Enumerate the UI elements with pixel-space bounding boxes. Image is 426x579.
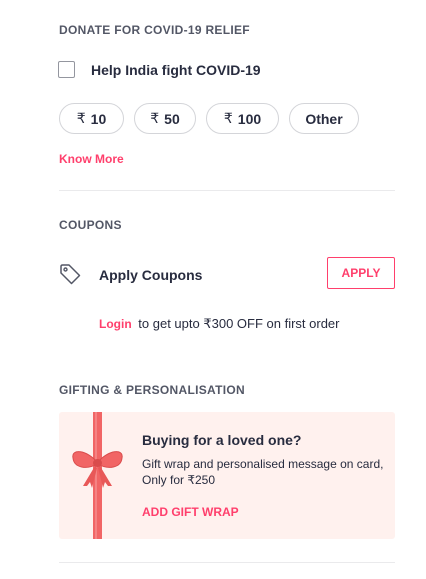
coupons-section-title: COUPONS: [59, 218, 122, 232]
gift-wrap-heading: Buying for a loved one?: [142, 432, 302, 448]
donation-amount-value: 50: [164, 110, 180, 127]
apply-coupon-button[interactable]: APPLY: [327, 257, 395, 289]
rupee-symbol: ₹: [150, 110, 160, 126]
login-link[interactable]: Login: [99, 317, 132, 331]
donation-amount-other[interactable]: Other: [289, 103, 359, 134]
covid-donation-label[interactable]: Help India fight COVID-19: [91, 62, 261, 78]
login-offer-message: to get upto ₹300 OFF on first order: [138, 316, 340, 331]
apply-coupons-label: Apply Coupons: [99, 267, 203, 283]
gift-wrap-description: Gift wrap and personalised message on ca…: [142, 457, 384, 471]
gift-ribbon-icon: [72, 412, 123, 539]
login-offer-text: Login to get upto ₹300 OFF on first orde…: [99, 316, 339, 332]
gift-wrap-card: Buying for a loved one? Gift wrap and pe…: [59, 412, 395, 539]
gift-wrap-price: Only for ₹250: [142, 473, 216, 487]
donation-amount-value: 100: [237, 110, 262, 127]
donation-amount-100[interactable]: ₹ 100: [206, 103, 279, 134]
donation-amount-value: 10: [90, 110, 107, 127]
add-gift-wrap-button[interactable]: ADD GIFT WRAP: [142, 505, 239, 519]
donation-amount-10[interactable]: ₹ 10: [59, 103, 124, 134]
rupee-symbol: ₹: [76, 110, 86, 126]
donation-amount-50[interactable]: ₹ 50: [134, 103, 196, 134]
tag-icon: [60, 264, 81, 285]
gifting-section-title: GIFTING & PERSONALISATION: [59, 383, 245, 397]
rupee-symbol: ₹: [223, 110, 233, 126]
donate-section-title: DONATE FOR COVID-19 RELIEF: [59, 23, 250, 37]
donation-amount-options: ₹ 10 ₹ 50 ₹ 100 Other: [59, 103, 359, 134]
covid-donation-checkbox[interactable]: [58, 61, 75, 78]
section-divider: [59, 190, 395, 191]
section-divider: [59, 562, 395, 563]
know-more-link[interactable]: Know More: [59, 152, 124, 166]
